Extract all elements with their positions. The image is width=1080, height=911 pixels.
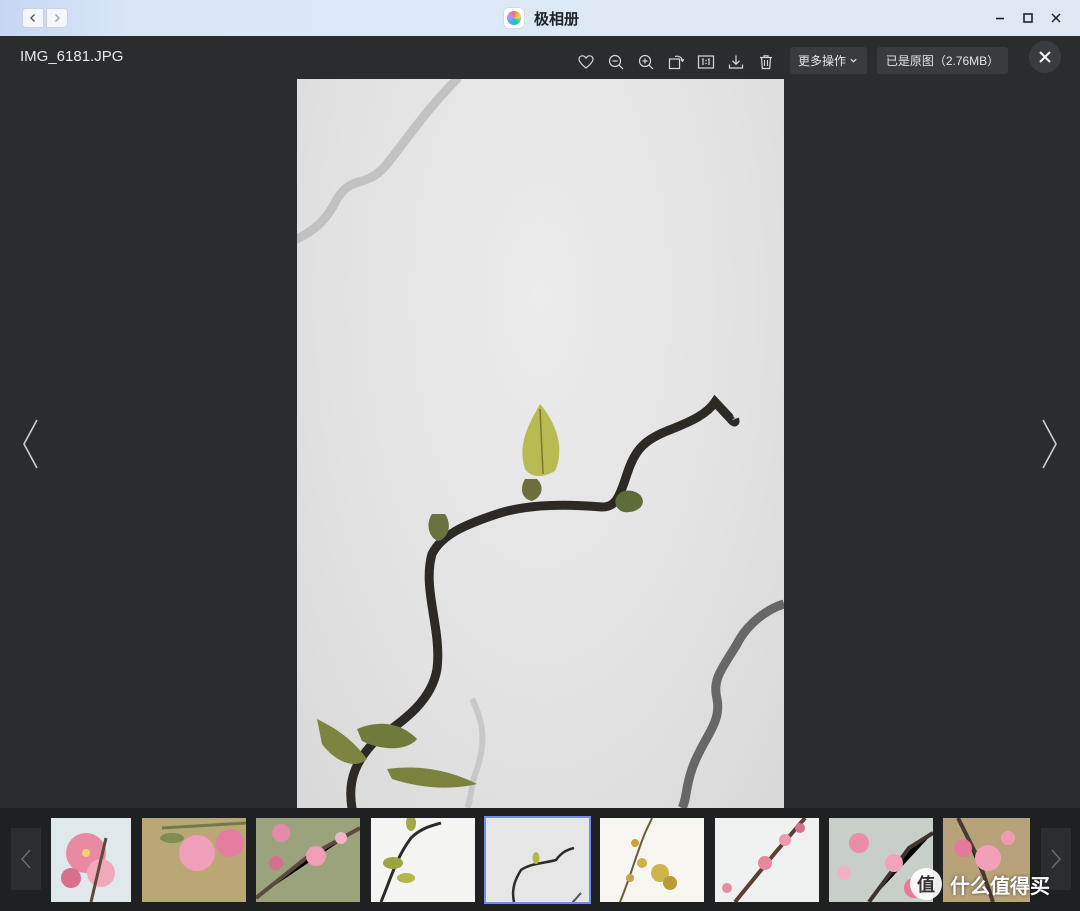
chevron-left-icon	[20, 849, 31, 869]
pink-blossom-buds-image	[142, 818, 246, 902]
close-window-button[interactable]	[1047, 9, 1065, 27]
thumbnail-selected[interactable]	[484, 816, 591, 904]
chevron-right-icon	[1051, 849, 1062, 869]
chevron-right-icon	[55, 14, 60, 22]
rotate-button[interactable]	[666, 52, 686, 72]
zoom-out-button[interactable]	[606, 52, 626, 72]
pink-blossom-branch-white-image	[715, 818, 819, 902]
trash-icon	[760, 55, 772, 70]
main-photo	[297, 79, 784, 808]
more-actions-dropdown[interactable]: 更多操作	[790, 47, 867, 74]
close-icon	[1039, 51, 1051, 63]
actual-size-button[interactable]	[696, 52, 716, 72]
download-button[interactable]	[726, 52, 746, 72]
thumbnail[interactable]	[715, 818, 819, 902]
back-button[interactable]	[22, 8, 44, 28]
thumbnail[interactable]	[600, 818, 704, 902]
actual-size-icon	[697, 55, 715, 69]
file-name: IMG_6181.JPG	[20, 48, 124, 65]
zoom-out-icon	[608, 54, 624, 70]
zoom-in-icon	[638, 54, 654, 70]
minimize-button[interactable]	[991, 9, 1009, 27]
chevron-left-icon	[30, 14, 35, 22]
zoom-in-button[interactable]	[636, 52, 656, 72]
chevron-down-icon	[850, 58, 857, 63]
next-photo-button[interactable]	[1039, 416, 1061, 472]
app-logo-icon	[504, 8, 524, 28]
minimize-icon	[996, 17, 1004, 20]
chevron-left-icon	[23, 419, 38, 469]
maximize-icon	[1023, 13, 1033, 23]
heart-icon	[578, 55, 594, 69]
photo-viewer: IMG_6181.JPG 更多操作 已是原图（2.76MB）	[0, 36, 1080, 808]
original-size-label: 已是原图（2.76MB）	[885, 54, 1000, 68]
app-title-group: 极相册	[504, 7, 579, 29]
thumbnail[interactable]	[256, 818, 360, 902]
more-actions-label: 更多操作	[798, 54, 847, 68]
yellow-leaves-branch-image	[600, 818, 704, 902]
twig-leaves-white-image	[371, 818, 475, 902]
filmstrip-prev-button[interactable]	[11, 828, 41, 890]
title-bar: 极相册	[0, 0, 1080, 36]
maximize-button[interactable]	[1019, 9, 1037, 27]
watermark-logo-icon: 值	[910, 868, 942, 900]
previous-photo-button[interactable]	[19, 416, 41, 472]
twig-photo-image	[297, 79, 784, 808]
chevron-right-icon	[1042, 419, 1057, 469]
app-title: 极相册	[534, 9, 580, 28]
twig-leaves-selected-image	[486, 818, 589, 902]
thumbnail[interactable]	[142, 818, 246, 902]
favorite-button[interactable]	[576, 52, 596, 72]
close-viewer-button[interactable]	[1029, 41, 1061, 73]
watermark: 值 什么值得买	[910, 866, 1050, 902]
pink-peach-blossom-image	[51, 818, 131, 902]
pink-blossoms-branch-image	[256, 818, 360, 902]
close-icon	[1051, 13, 1061, 23]
delete-button[interactable]	[756, 52, 776, 72]
forward-button[interactable]	[46, 8, 68, 28]
original-size-badge: 已是原图（2.76MB）	[877, 47, 1008, 74]
thumbnail[interactable]	[51, 818, 131, 902]
rotate-icon	[668, 55, 685, 70]
watermark-text: 什么值得买	[950, 873, 1050, 898]
thumbnail[interactable]	[371, 818, 475, 902]
download-icon	[728, 55, 744, 69]
